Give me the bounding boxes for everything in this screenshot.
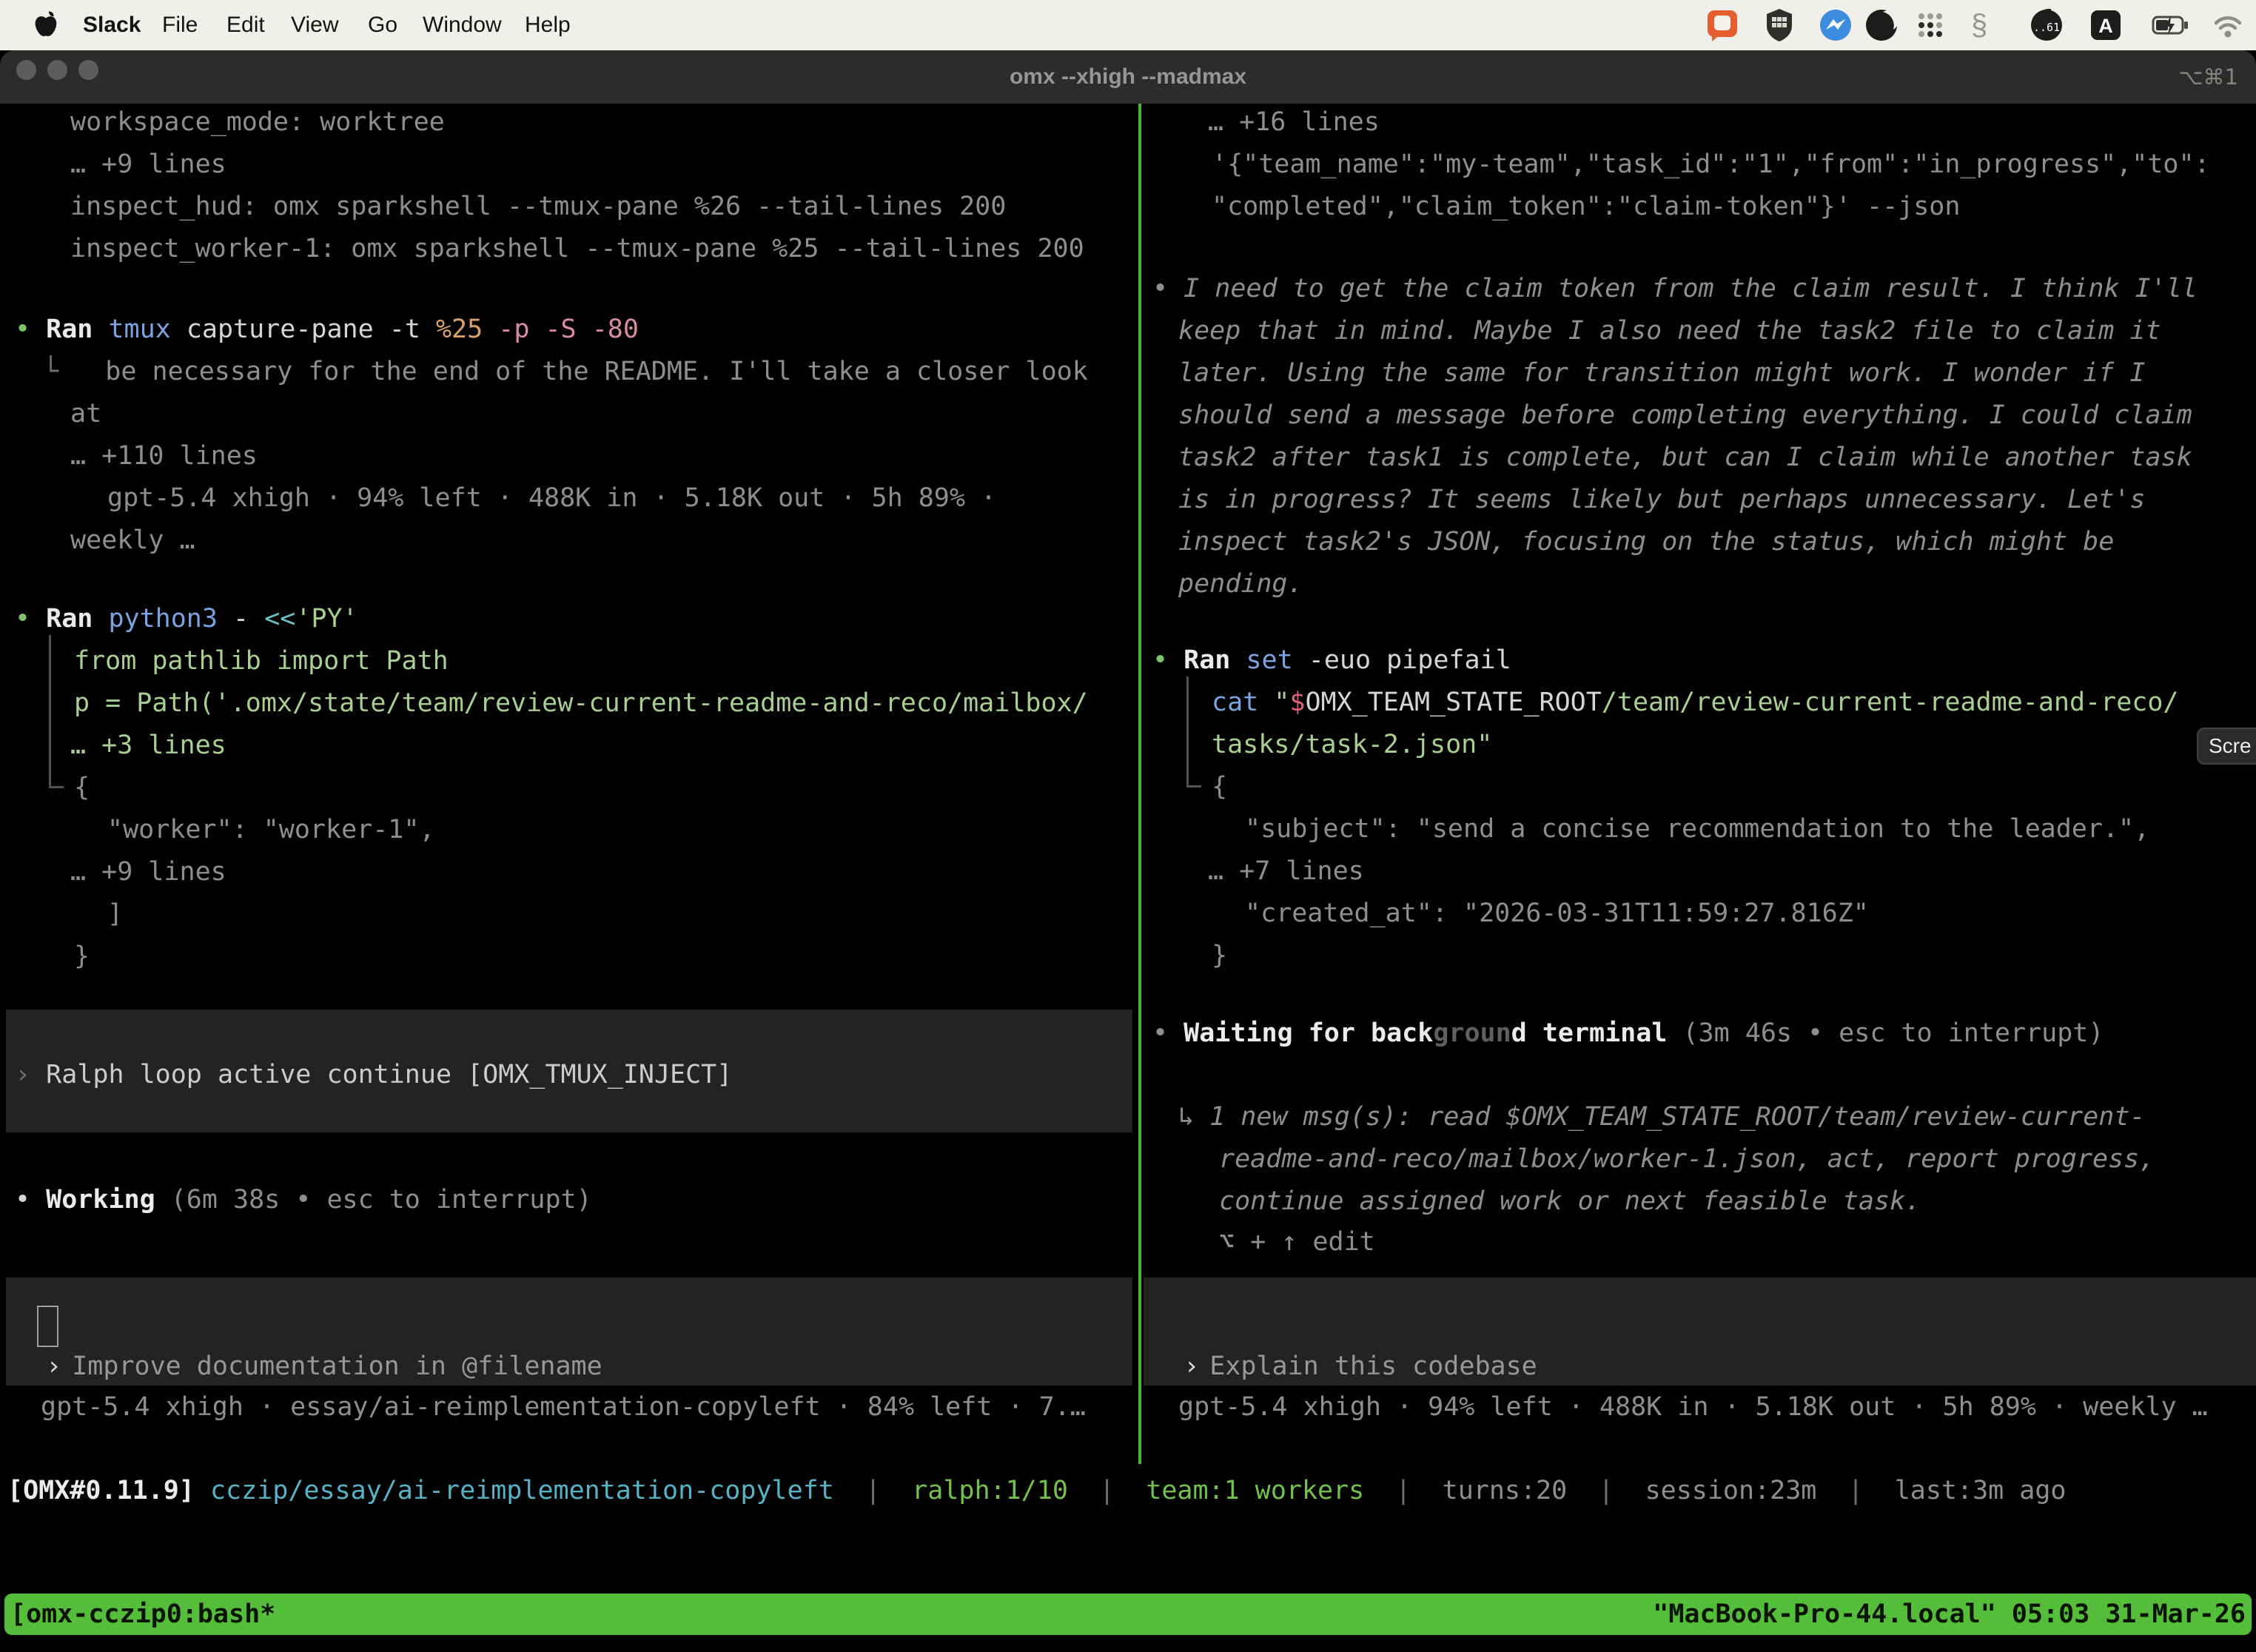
terminal-line: pending. [1178,563,1303,605]
terminal-line: cat "$OMX_TEAM_STATE_ROOT/team/review-cu… [1212,682,2178,724]
text-cursor [37,1306,58,1347]
terminal-line: "created_at": "2026-03-31T11:59:27.816Z" [1245,893,1869,935]
agent-thought: • I need to get the claim token from the… [1152,268,2198,310]
ran-tmux-command: • Ran tmux capture-pane -t %25 -p -S -80 [15,309,639,351]
window-titlebar: omx --xhigh --madmax ⌥⌘1 [0,50,2256,104]
shield-grid-icon[interactable] [1762,7,1797,43]
left-code-connector-foot [49,786,64,788]
moon-circle-icon[interactable] [1864,7,1899,43]
terminal-line: } [1212,935,1227,977]
terminal-line: tasks/task-2.json" [1212,724,1492,766]
terminal-line: continue assigned work or next feasible … [1219,1181,1921,1223]
waiting-status: • Waiting for background terminal (3m 46… [1152,1013,2104,1055]
terminal-line: '{"team_name":"my-team","task_id":"1","f… [1212,144,2210,186]
terminal-line: … +110 lines [70,435,258,477]
right-code-connector [1186,676,1189,787]
wifi-icon[interactable] [2210,7,2246,43]
messenger-icon[interactable] [1818,7,1853,43]
window-title: omx --xhigh --madmax [0,50,2256,104]
terminal-line: { [1212,766,1227,808]
menu-item-view[interactable]: View [291,0,338,50]
left-prompt-row[interactable]: › Improve documentation in @filename [15,1303,602,1388]
menu-item-go[interactable]: Go [368,0,397,50]
terminal-line: keep that in mind. Maybe I also need the… [1178,310,2161,352]
terminal-line: inspect_hud: omx sparkshell --tmux-pane … [70,186,1006,228]
macos-desktop: { "colors": { "menu_bg": "#f1efe9", "tit… [0,0,2256,1652]
terminal-line: ] [107,893,123,936]
menu-item-window[interactable]: Window [423,0,502,50]
apple-menu-icon[interactable] [33,10,59,44]
tmux-session-label[interactable]: [omx-cczip0:bash* [10,1599,275,1629]
terminal-line: later. Using the same for transition mig… [1178,352,2145,394]
terminal-line: weekly … [70,520,195,562]
svg-text:..61: ..61 [2033,21,2060,34]
tmux-status-bar: [omx-cczip0:bash* "MacBook-Pro-44.local"… [4,1594,2252,1635]
terminal-line: at [70,393,101,435]
edit-hint: ⌥ + ↑ edit [1219,1221,1375,1263]
tmux-host-clock: "MacBook-Pro-44.local" 05:03 31-Mar-26 [1653,1599,2246,1629]
prompt-chevron: › [46,1352,61,1381]
chat-icon[interactable] [1705,7,1740,43]
menu-item-file[interactable]: File [162,0,198,50]
screen-tooltip: Scre [2197,728,2256,765]
terminal-line: … +16 lines [1208,101,1380,144]
ran-python-command: • Ran python3 - <<'PY' [15,598,358,640]
terminal-line: └ be necessary for the end of the README… [43,351,1088,393]
pane-divider[interactable] [1138,104,1141,1464]
input-source-icon[interactable]: A [2088,7,2124,43]
terminal-line: task2 after task1 is complete, but can I… [1178,437,2192,479]
working-status: • Working (6m 38s • esc to interrupt) [15,1179,592,1221]
terminal-line: "worker": "worker-1", [107,809,435,851]
right-prompt-row[interactable]: › Explain this codebase [1152,1303,1537,1388]
squiggle-icon[interactable]: § [1971,4,1987,46]
right-model-status: gpt-5.4 xhigh · 94% left · 488K in · 5.1… [1178,1386,2208,1428]
timer-61-icon[interactable]: ..61 [2029,7,2064,43]
terminal-line: is in progress? It seems likely but perh… [1178,479,2145,521]
left-code-connector [49,635,51,788]
omx-status-line: [OMX#0.11.9] cczip/essay/ai-reimplementa… [7,1470,2067,1512]
menu-item-app[interactable]: Slack [83,0,141,50]
battery-icon[interactable] [2151,7,2186,43]
svg-text:A: A [2098,15,2113,37]
terminal-line: inspect task2's JSON, focusing on the st… [1178,521,2114,563]
menu-item-help[interactable]: Help [525,0,571,50]
dots-grid-icon[interactable] [1913,7,1948,43]
right-code-connector-foot [1186,785,1201,788]
terminal-line: gpt-5.4 xhigh · 94% left · 488K in · 5.1… [107,477,996,520]
window-shortcut: ⌥⌘1 [2178,50,2238,104]
terminal-line: } [74,936,90,978]
left-prompt-placeholder: Improve documentation in @filename [72,1352,602,1381]
terminal-line: "completed","claim_token":"claim-token"}… [1212,186,1960,228]
prompt-chevron: › [1184,1352,1199,1381]
terminal-line: … +3 lines [70,725,226,767]
right-prompt-placeholder: Explain this codebase [1209,1352,1537,1381]
terminal-line: readme-and-reco/mailbox/worker-1.json, a… [1219,1138,2155,1181]
menu-bar: Slack File Edit View Go Window Help [0,0,2256,50]
terminal-line: p = Path('.omx/state/team/review-current… [74,682,1088,725]
terminal-line: from pathlib import Path [74,640,449,682]
terminal-line: inspect_worker-1: omx sparkshell --tmux-… [70,228,1084,270]
terminal-line: "subject": "send a concise recommendatio… [1245,808,2149,850]
terminal-line: should send a message before completing … [1178,394,2192,437]
menu-item-edit[interactable]: Edit [226,0,265,50]
new-message-notice: ↳ 1 new msg(s): read $OMX_TEAM_STATE_ROO… [1178,1096,2145,1138]
ralph-loop-banner: › Ralph loop active continue [OMX_TMUX_I… [15,1054,732,1096]
terminal-line: … +9 lines [70,144,226,186]
terminal-line: workspace_mode: worktree [70,101,445,144]
ran-set-command: • Ran set -euo pipefail [1152,639,1511,682]
left-model-status: gpt-5.4 xhigh · essay/ai-reimplementatio… [41,1386,1086,1428]
terminal-line: { [74,767,90,809]
terminal-line: … +7 lines [1208,850,1364,893]
terminal-line: … +9 lines [70,851,226,893]
